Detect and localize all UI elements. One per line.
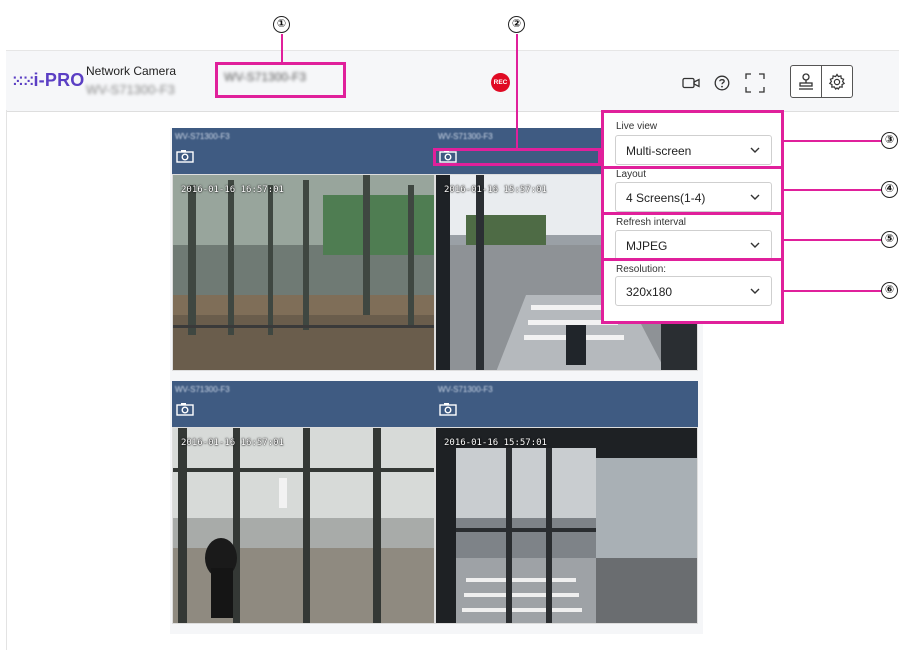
live-view-select[interactable]: Multi-screen (615, 135, 772, 165)
camera-tile-1[interactable]: WV-S71300-F3 2016-01-16 16:57:01 (172, 128, 435, 371)
video-camera-icon[interactable] (680, 73, 702, 93)
refresh-interval-label: Refresh interval (616, 217, 687, 228)
snapshot-camera-icon[interactable] (176, 149, 194, 163)
callout-divider-b (601, 212, 784, 215)
camera-name: WV-S71300-F3 (175, 385, 230, 394)
callout-number-5: ⑤ (881, 231, 898, 248)
resolution-label: Resolution: (616, 264, 667, 275)
camera-tile-header: WV-S71300-F3 (172, 128, 435, 174)
user-maintenance-icon[interactable] (791, 66, 822, 97)
resolution-select[interactable]: 320x180 (615, 276, 772, 306)
divider (6, 110, 7, 650)
chevron-down-icon (750, 242, 760, 248)
layout-label: Layout (616, 169, 647, 180)
model-number: WV-S71300-F3 (86, 82, 175, 97)
callout-box-camera-name (433, 148, 601, 166)
rec-status-badge: REC (491, 73, 510, 92)
logo-dots: ⁙⁙ (12, 73, 34, 89)
callout-line-6 (784, 290, 884, 292)
callout-number-2: ② (508, 16, 525, 33)
logo-text: i-PRO (33, 70, 85, 90)
resolution-value: 320x180 (626, 285, 673, 299)
i-pro-logo: ⁙⁙i-PRO (12, 70, 84, 91)
callout-line-2 (516, 34, 518, 148)
snapshot-camera-icon[interactable] (439, 402, 457, 416)
video-timestamp: 2016-01-16 16:57:01 (181, 438, 284, 448)
product-label: Network Camera (86, 64, 177, 78)
fullscreen-icon[interactable] (743, 71, 767, 95)
video-timestamp: 2016-01-16 15:57:01 (444, 438, 547, 448)
camera-tile-4[interactable]: WV-S71300-F3 2016-01-16 15:57:01 (435, 381, 698, 624)
camera-tile-3[interactable]: WV-S71300-F3 2016-01-16 16:57:01 (172, 381, 435, 624)
live-view-label: Live view (616, 121, 658, 132)
live-view-value: Multi-screen (626, 144, 692, 158)
refresh-interval-select[interactable]: MJPEG (615, 230, 772, 260)
camera-tile-header: WV-S71300-F3 (435, 381, 698, 427)
layout-select[interactable]: 4 Screens(1-4) (615, 182, 772, 212)
callout-number-6: ⑥ (881, 282, 898, 299)
camera-video-feed[interactable]: 2016-01-16 16:57:01 (172, 174, 435, 371)
chevron-down-icon (750, 147, 760, 153)
gear-icon[interactable] (822, 66, 852, 97)
callout-line-3 (784, 140, 884, 142)
callout-box-camera-title (215, 62, 346, 98)
callout-number-4: ④ (881, 181, 898, 198)
camera-name: WV-S71300-F3 (438, 385, 493, 394)
chevron-down-icon (750, 194, 760, 200)
camera-name: WV-S71300-F3 (175, 132, 230, 141)
callout-number-3: ③ (881, 132, 898, 149)
callout-divider-a (601, 166, 784, 169)
callout-line-4 (784, 189, 884, 191)
video-timestamp: 2016-01-16 15:57:01 (444, 185, 547, 195)
live-view-settings-panel: Live view Multi-screen Layout 4 Screens(… (601, 110, 784, 324)
layout-value: 4 Screens(1-4) (626, 191, 706, 205)
camera-tile-header: WV-S71300-F3 (172, 381, 435, 427)
refresh-interval-value: MJPEG (626, 239, 668, 253)
chevron-down-icon (750, 288, 760, 294)
callout-divider-c (601, 258, 784, 261)
camera-name: WV-S71300-F3 (438, 132, 493, 141)
callout-line-5 (784, 239, 884, 241)
settings-button-group (790, 65, 853, 98)
snapshot-camera-icon[interactable] (176, 402, 194, 416)
video-timestamp: 2016-01-16 16:57:01 (181, 185, 284, 195)
callout-line-1 (281, 34, 283, 62)
callout-number-1: ① (273, 16, 290, 33)
camera-video-feed[interactable]: 2016-01-16 15:57:01 (435, 427, 698, 624)
help-circle-icon[interactable] (711, 72, 733, 94)
camera-video-feed[interactable]: 2016-01-16 16:57:01 (172, 427, 435, 624)
